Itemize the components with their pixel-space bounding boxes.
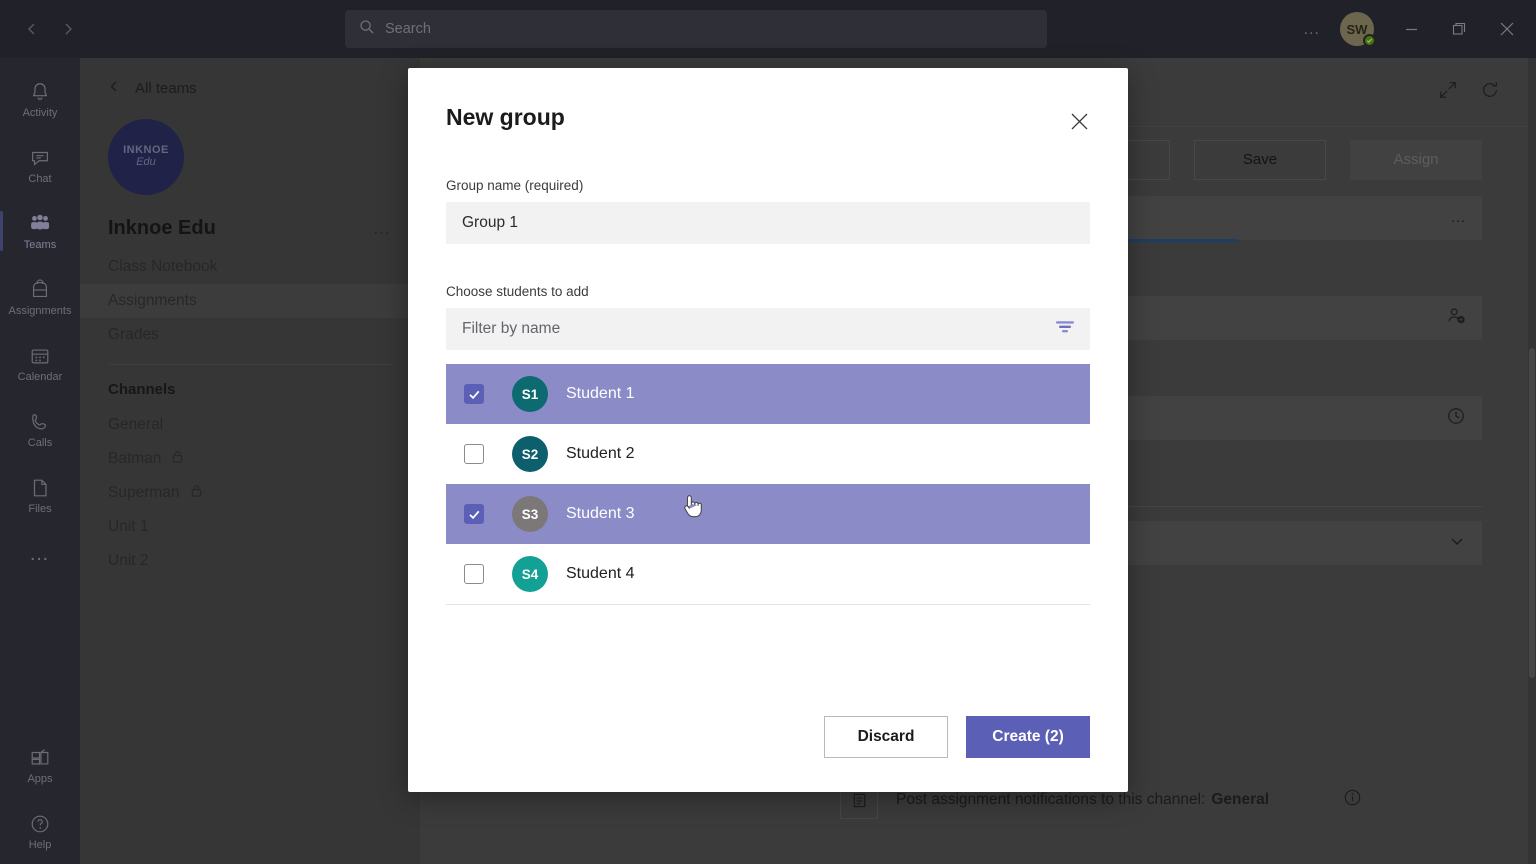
student-name: Student 3 xyxy=(566,505,635,522)
new-group-dialog: New group Group name (required) Group 1 … xyxy=(408,68,1128,792)
dialog-footer: Discard Create (2) xyxy=(446,716,1090,792)
student-avatar: S4 xyxy=(512,556,548,592)
mouse-cursor xyxy=(681,493,703,526)
divider xyxy=(446,604,1090,605)
student-list: S1 Student 1 S2 Student 2 S3 Student 3 S… xyxy=(446,364,1090,605)
list-item[interactable]: S1 Student 1 xyxy=(446,364,1090,424)
student-checkbox[interactable] xyxy=(464,504,484,524)
student-name: Student 1 xyxy=(566,385,635,402)
student-name: Student 2 xyxy=(566,445,635,462)
student-checkbox[interactable] xyxy=(464,444,484,464)
group-name-label: Group name (required) xyxy=(446,178,584,193)
student-avatar: S1 xyxy=(512,376,548,412)
student-avatar: S2 xyxy=(512,436,548,472)
list-item[interactable]: S3 Student 3 xyxy=(446,484,1090,544)
filter-input[interactable]: Filter by name xyxy=(446,308,1090,350)
dialog-title: New group xyxy=(446,104,565,130)
student-checkbox[interactable] xyxy=(464,384,484,404)
student-avatar: S3 xyxy=(512,496,548,532)
filter-placeholder: Filter by name xyxy=(462,320,561,337)
student-checkbox[interactable] xyxy=(464,564,484,584)
student-name: Student 4 xyxy=(566,565,635,582)
group-name-input[interactable]: Group 1 xyxy=(446,202,1090,244)
choose-students-label: Choose students to add xyxy=(446,284,589,299)
dialog-header: New group xyxy=(446,68,1090,138)
create-button[interactable]: Create (2) xyxy=(966,716,1090,758)
discard-button[interactable]: Discard xyxy=(824,716,948,758)
group-name-value: Group 1 xyxy=(462,214,519,231)
close-icon[interactable] xyxy=(1062,104,1096,138)
list-item[interactable]: S4 Student 4 xyxy=(446,544,1090,604)
list-item[interactable]: S2 Student 2 xyxy=(446,424,1090,484)
filter-icon[interactable] xyxy=(1054,319,1076,340)
